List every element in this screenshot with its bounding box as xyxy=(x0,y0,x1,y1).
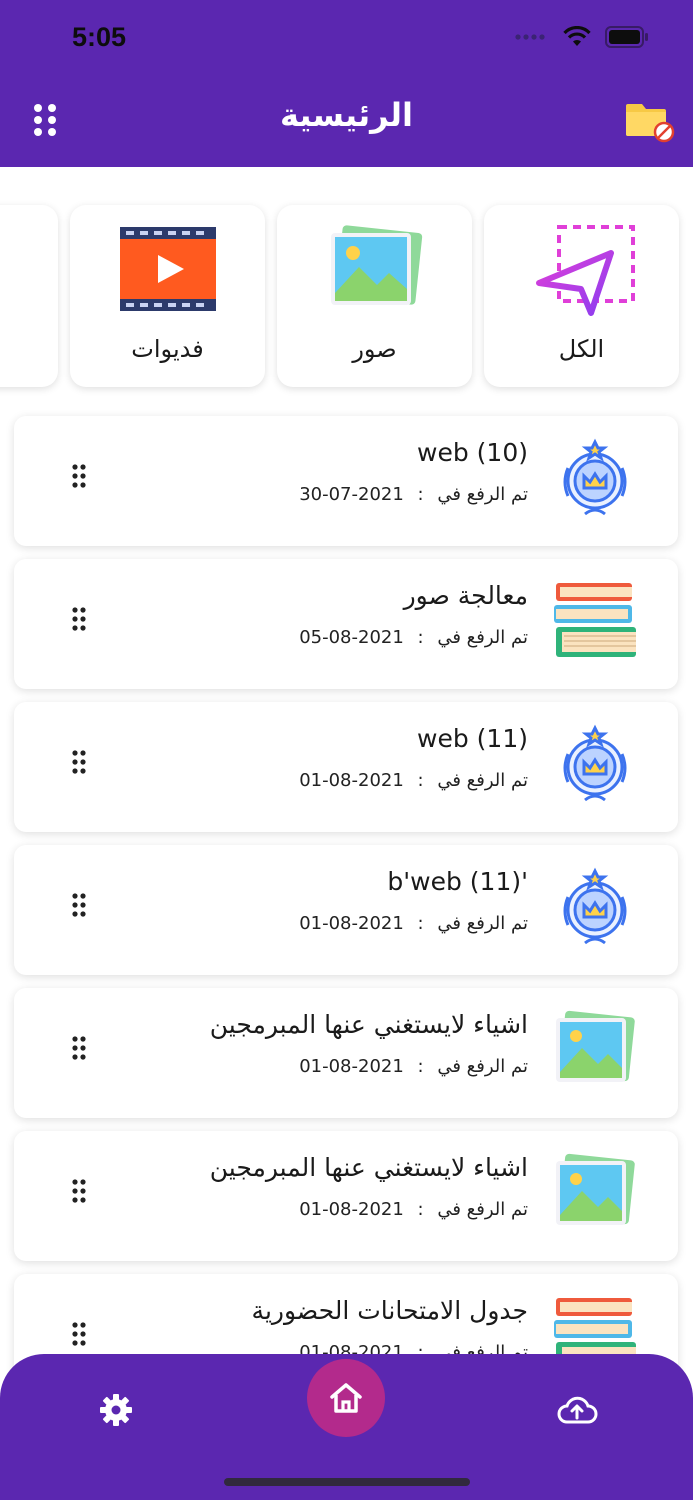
wifi-icon xyxy=(563,26,591,46)
separator: : xyxy=(417,484,424,505)
app-screen: 5:05 الرئيسية الكل صور فديوات web (10) ت… xyxy=(0,0,693,1500)
folder-blocked-icon xyxy=(626,104,675,143)
app-header: 5:05 الرئيسية xyxy=(0,0,693,167)
item-upload-info: تم الرفع في : 01-08-2021 xyxy=(299,770,528,791)
item-upload-info: تم الرفع في : 01-08-2021 xyxy=(299,1056,528,1077)
item-upload-info: تم الرفع في : 01-08-2021 xyxy=(299,1199,528,1220)
drag-handle-icon[interactable] xyxy=(72,893,86,917)
separator: : xyxy=(417,627,424,648)
upload-label: تم الرفع في xyxy=(437,1056,528,1077)
status-time: 5:05 xyxy=(72,22,127,52)
item-upload-info: تم الرفع في : 30-07-2021 xyxy=(299,484,528,505)
drag-handle-icon[interactable] xyxy=(72,607,86,631)
settings-button[interactable] xyxy=(88,1382,144,1438)
video-icon xyxy=(119,227,216,311)
category-strip: الكل صور فديوات xyxy=(0,195,693,395)
drag-handle-icon[interactable] xyxy=(72,1179,86,1203)
item-upload-info: تم الرفع في : 05-08-2021 xyxy=(299,627,528,648)
list-item[interactable]: اشياء لايستغني عنها المبرمجين تم الرفع ف… xyxy=(14,988,678,1118)
list-item[interactable]: معالجة صور تم الرفع في : 05-08-2021 xyxy=(14,559,678,689)
upload-label: تم الرفع في xyxy=(437,484,528,505)
select-cursor-icon xyxy=(535,225,635,316)
item-title: اشياء لايستغني عنها المبرمجين xyxy=(209,1153,528,1182)
battery-icon xyxy=(605,26,648,48)
signal-icon xyxy=(515,34,545,40)
file-list: web (10) تم الرفع في : 30-07-2021 معالجة… xyxy=(14,416,678,1417)
drag-handle-icon[interactable] xyxy=(72,1036,86,1060)
upload-date: 30-07-2021 xyxy=(299,484,404,505)
separator: : xyxy=(417,913,424,934)
separator: : xyxy=(417,770,424,791)
item-title: web (10) xyxy=(417,438,528,467)
item-title: اشياء لايستغني عنها المبرمجين xyxy=(209,1010,528,1039)
list-item[interactable]: web (10) تم الرفع في : 30-07-2021 xyxy=(14,416,678,546)
image-icon xyxy=(556,1010,635,1082)
item-upload-info: تم الرفع في : 01-08-2021 xyxy=(299,913,528,934)
upload-label: تم الرفع في xyxy=(437,627,528,648)
item-title: 'b'web (11) xyxy=(387,867,528,896)
item-title: معالجة صور xyxy=(403,581,528,610)
upload-date: 01-08-2021 xyxy=(299,770,404,791)
category-more[interactable] xyxy=(0,205,58,387)
upload-label: تم الرفع في xyxy=(437,913,528,934)
list-item[interactable]: اشياء لايستغني عنها المبرمجين تم الرفع ف… xyxy=(14,1131,678,1261)
image-icon xyxy=(556,1153,635,1225)
separator: : xyxy=(417,1056,424,1077)
drag-handle-icon[interactable] xyxy=(72,464,86,488)
badge-icon xyxy=(563,438,627,516)
category-images-label: صور xyxy=(352,335,397,363)
upload-date: 01-08-2021 xyxy=(299,1199,404,1220)
cloud-upload-icon xyxy=(557,1396,598,1424)
list-item[interactable]: web (11) تم الرفع في : 01-08-2021 xyxy=(14,702,678,832)
upload-date: 01-08-2021 xyxy=(299,1056,404,1077)
upload-label: تم الرفع في xyxy=(437,770,528,791)
list-item[interactable]: 'b'web (11) تم الرفع في : 01-08-2021 xyxy=(14,845,678,975)
category-all-label: الكل xyxy=(558,335,605,363)
page-title: الرئيسية xyxy=(280,96,413,134)
category-all[interactable]: الكل xyxy=(484,205,679,387)
item-title: جدول الامتحانات الحضورية xyxy=(251,1296,528,1325)
home-indicator xyxy=(224,1478,470,1486)
books-icon xyxy=(554,583,636,657)
item-title: web (11) xyxy=(417,724,528,753)
upload-label: تم الرفع في xyxy=(437,1199,528,1220)
badge-icon xyxy=(563,724,627,802)
upload-date: 01-08-2021 xyxy=(299,913,404,934)
home-button[interactable] xyxy=(307,1359,385,1437)
category-videos[interactable]: فديوات xyxy=(70,205,265,387)
status-icons xyxy=(515,26,649,48)
badge-icon xyxy=(563,867,627,945)
drag-handle-icon[interactable] xyxy=(72,1322,86,1346)
image-icon xyxy=(330,225,422,305)
folder-button[interactable] xyxy=(624,100,676,144)
gear-icon xyxy=(100,1394,132,1426)
home-icon xyxy=(330,1383,362,1413)
category-videos-label: فديوات xyxy=(131,335,204,363)
separator: : xyxy=(417,1199,424,1220)
category-images[interactable]: صور xyxy=(277,205,472,387)
upload-date: 05-08-2021 xyxy=(299,627,404,648)
drag-handle-icon[interactable] xyxy=(72,750,86,774)
upload-button[interactable] xyxy=(549,1382,605,1438)
